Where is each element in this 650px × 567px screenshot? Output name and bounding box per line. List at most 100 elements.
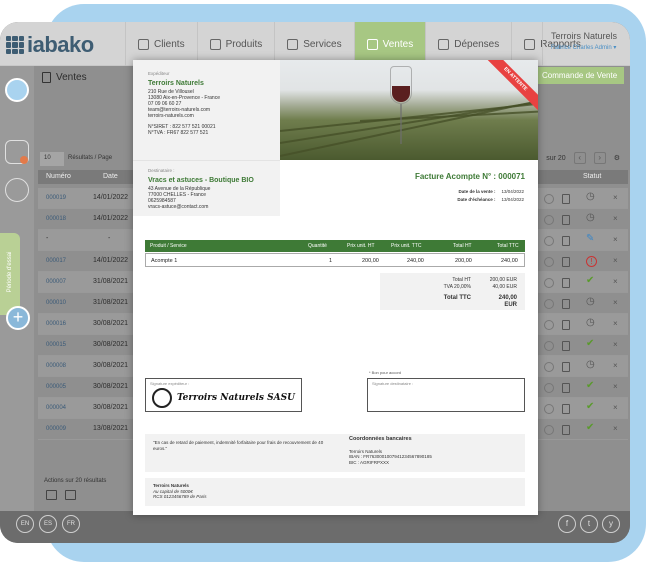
history-icon[interactable] [5, 178, 29, 202]
print-icon[interactable] [65, 490, 76, 500]
row-date: 13/08/2021 [93, 425, 129, 432]
document-icon[interactable] [562, 362, 570, 372]
delete-icon[interactable]: × [613, 298, 618, 307]
list-title-text: Ventes [56, 72, 87, 83]
delete-icon[interactable]: × [613, 382, 618, 391]
document-icon[interactable] [562, 299, 570, 309]
col-date[interactable]: Date [103, 173, 118, 180]
bank-line: BIC : AGRIFRPXXX [349, 459, 390, 465]
issuer-name: Terroirs Naturels [148, 80, 204, 87]
line-pu-ttc: 240,00 [407, 258, 424, 264]
status-warn-icon: ! [586, 256, 597, 267]
nav-label: Services [303, 38, 342, 50]
prev-page-icon[interactable]: ‹ [573, 152, 586, 164]
meta-value: 13/04/2022 [501, 189, 524, 194]
select-circle-icon[interactable] [544, 341, 554, 351]
facebook-icon[interactable]: f [558, 515, 576, 533]
document-icon[interactable] [562, 278, 570, 288]
status-check-icon: ✔ [586, 401, 595, 412]
select-circle-icon[interactable] [544, 194, 554, 204]
recipient-name: Vracs et astuces - Boutique BIO [148, 177, 254, 184]
row-number[interactable]: 000019 [46, 195, 66, 201]
select-circle-icon[interactable] [544, 404, 554, 414]
select-circle-icon[interactable] [544, 320, 554, 330]
trial-tab[interactable]: Période d'essai [0, 233, 20, 315]
delete-icon[interactable]: × [613, 319, 618, 328]
select-circle-icon[interactable] [544, 236, 554, 246]
col-statut[interactable]: Statut [583, 173, 601, 180]
recipient-signature: Signature destinataire : [367, 378, 525, 412]
delete-icon[interactable]: × [613, 193, 618, 202]
total-key: TVA 20,00% [443, 284, 471, 290]
bank-details: Coordonnées bancaires Terroirs Naturels … [341, 434, 525, 472]
delete-icon[interactable]: × [613, 403, 618, 412]
issuer-signature-label: Signature expéditeur : [150, 381, 190, 386]
items-col: Produit / Service [150, 243, 187, 249]
document-icon[interactable] [562, 236, 570, 246]
status-check-icon: ✔ [586, 380, 595, 391]
document-icon[interactable] [562, 194, 570, 204]
pager: sur 20 ‹ › ⚙ [546, 152, 620, 164]
logo[interactable]: iabako [6, 32, 94, 58]
select-circle-icon[interactable] [544, 299, 554, 309]
document-icon[interactable] [562, 425, 570, 435]
row-number[interactable]: 000015 [46, 342, 66, 348]
select-circle-icon[interactable] [544, 215, 554, 225]
row-number[interactable]: 000009 [46, 426, 66, 432]
select-circle-icon[interactable] [544, 425, 554, 435]
select-circle-icon[interactable] [544, 362, 554, 372]
recipient-line: vracs-astuce@contact.com [148, 204, 209, 210]
delete-icon[interactable]: × [613, 340, 618, 349]
row-number[interactable]: 000017 [46, 258, 66, 264]
row-number[interactable]: 000004 [46, 405, 66, 411]
delete-icon[interactable]: × [613, 214, 618, 223]
delete-icon[interactable]: × [613, 256, 618, 265]
youtube-icon[interactable]: y [602, 515, 620, 533]
delete-icon[interactable]: × [613, 424, 618, 433]
settings-icon[interactable]: ⚙ [614, 154, 620, 162]
items-col: Prix unit. HT [347, 243, 375, 249]
document-icon[interactable] [562, 404, 570, 414]
user-menu[interactable]: Terroirs Naturels Fabrice Charles Admin … [542, 22, 630, 66]
lang-en[interactable]: EN [16, 515, 34, 533]
col-numero[interactable]: Numéro [46, 173, 71, 180]
lang-es[interactable]: ES [39, 515, 57, 533]
delete-icon[interactable]: × [613, 235, 618, 244]
row-number[interactable]: 000016 [46, 321, 66, 327]
menu-icon[interactable] [5, 78, 29, 102]
user-role: Fabrice Charles Admin ▾ [551, 45, 617, 51]
items-col: Total HT [453, 243, 472, 249]
sales-icon [366, 38, 378, 50]
new-sale-order-button[interactable]: Commande de Vente [536, 67, 624, 84]
document-icon[interactable] [562, 320, 570, 330]
per-page-select[interactable]: 10 [40, 152, 64, 166]
row-number[interactable]: - [46, 235, 48, 242]
export-icon[interactable] [46, 490, 57, 500]
invoice-totals: Total HT 200,00 EUR TVA 20,00% 40,00 EUR T… [380, 273, 525, 310]
lang-fr[interactable]: FR [62, 515, 80, 533]
add-icon[interactable]: + [6, 306, 30, 330]
document-icon[interactable] [562, 215, 570, 225]
row-number[interactable]: 000010 [46, 300, 66, 306]
issuer-address: 210 Rue de Villousel 13080 Aix-en-Proven… [148, 89, 265, 119]
delete-icon[interactable]: × [613, 277, 618, 286]
delete-icon[interactable]: × [613, 361, 618, 370]
next-page-icon[interactable]: › [593, 152, 606, 164]
company-footer: Terroirs Naturels Au capital de 5000€ RC… [145, 478, 525, 506]
document-icon[interactable] [562, 257, 570, 267]
row-number[interactable]: 000018 [46, 216, 66, 222]
select-circle-icon[interactable] [544, 383, 554, 393]
select-circle-icon[interactable] [544, 257, 554, 267]
document-icon[interactable] [562, 341, 570, 351]
row-number[interactable]: 000007 [46, 279, 66, 285]
line-pu-ht: 200,00 [362, 258, 379, 264]
items-header: Produit / Service Quantité Prix unit. HT… [145, 240, 525, 252]
notification-badge [20, 156, 28, 164]
status-clock-icon: ◷ [586, 317, 595, 328]
stamp-text: Terroirs Naturels SASU [177, 393, 295, 403]
twitter-icon[interactable]: t [580, 515, 598, 533]
select-circle-icon[interactable] [544, 278, 554, 288]
row-number[interactable]: 000005 [46, 384, 66, 390]
document-icon[interactable] [562, 383, 570, 393]
row-number[interactable]: 000008 [46, 363, 66, 369]
